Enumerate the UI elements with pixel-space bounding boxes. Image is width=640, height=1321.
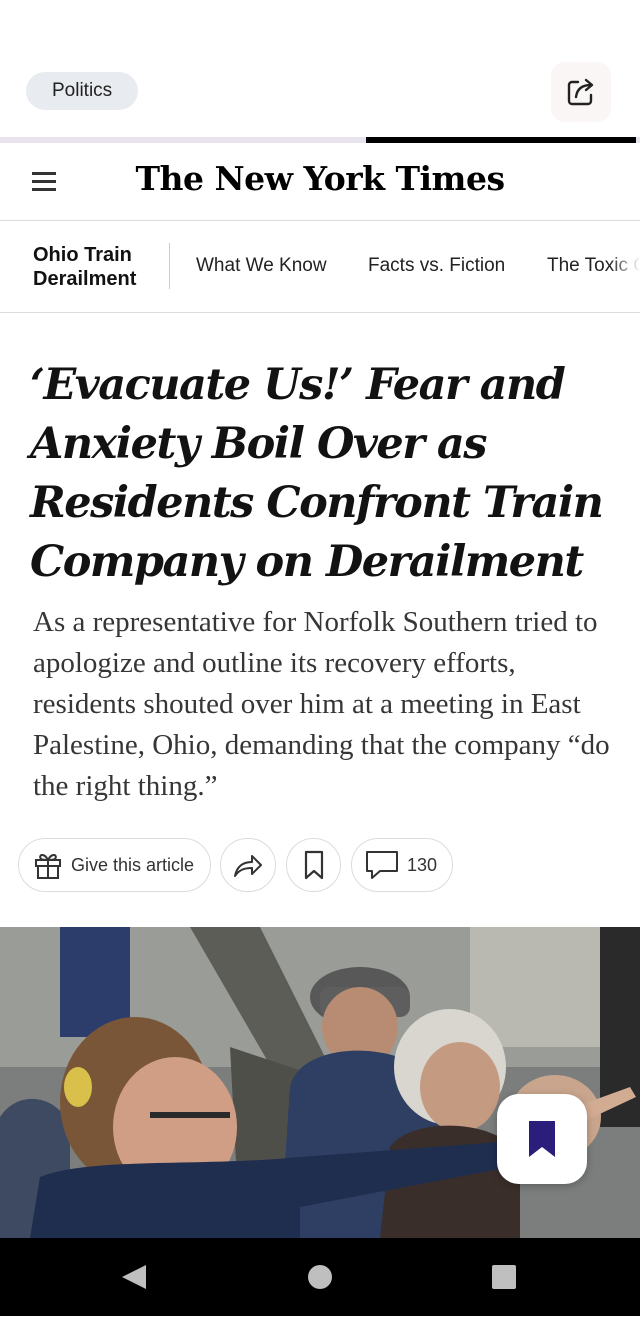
share-button[interactable] [551, 62, 611, 122]
system-nav-bar [0, 1238, 640, 1316]
topic-strip: Ohio Train Derailment What We Know Facts… [0, 221, 640, 313]
comment-icon [366, 851, 398, 879]
masthead: The New York Times [0, 143, 640, 221]
topic-link-facts-vs-fiction[interactable]: Facts vs. Fiction [368, 255, 505, 277]
comments-count: 130 [407, 854, 438, 875]
topic-divider [169, 243, 170, 289]
bookmark-filled-icon [529, 1121, 555, 1157]
nyt-logo[interactable]: The New York Times [0, 159, 640, 198]
topic-title[interactable]: Ohio Train Derailment [33, 243, 163, 291]
share-arrow-icon [234, 855, 262, 877]
comments-button[interactable]: 130 [351, 838, 453, 892]
gift-icon [35, 854, 61, 879]
save-article-button[interactable] [286, 838, 341, 892]
lead-photo[interactable] [0, 927, 640, 1238]
article-headline: ‘Evacuate Us!’ Fear and Anxiety Boil Ove… [30, 360, 604, 587]
back-nav-icon[interactable] [122, 1265, 146, 1289]
topic-link-what-we-know[interactable]: What We Know [196, 255, 327, 277]
recents-nav-icon[interactable] [492, 1265, 516, 1289]
top-bar: Politics [0, 0, 640, 137]
lead-photo-illustration [0, 927, 640, 1238]
floating-save-button[interactable] [497, 1094, 587, 1184]
section-pill[interactable]: Politics [26, 72, 139, 110]
gift-article-button[interactable]: Give this article [18, 838, 211, 892]
topic-fade [610, 221, 640, 311]
share-article-button[interactable] [220, 838, 276, 892]
share-box-icon [567, 78, 594, 106]
bookmark-icon [304, 850, 323, 880]
gift-article-label: Give this article [71, 854, 195, 875]
home-nav-icon[interactable] [308, 1265, 332, 1289]
article-summary: As a representative for Norfolk Southern… [33, 606, 610, 802]
